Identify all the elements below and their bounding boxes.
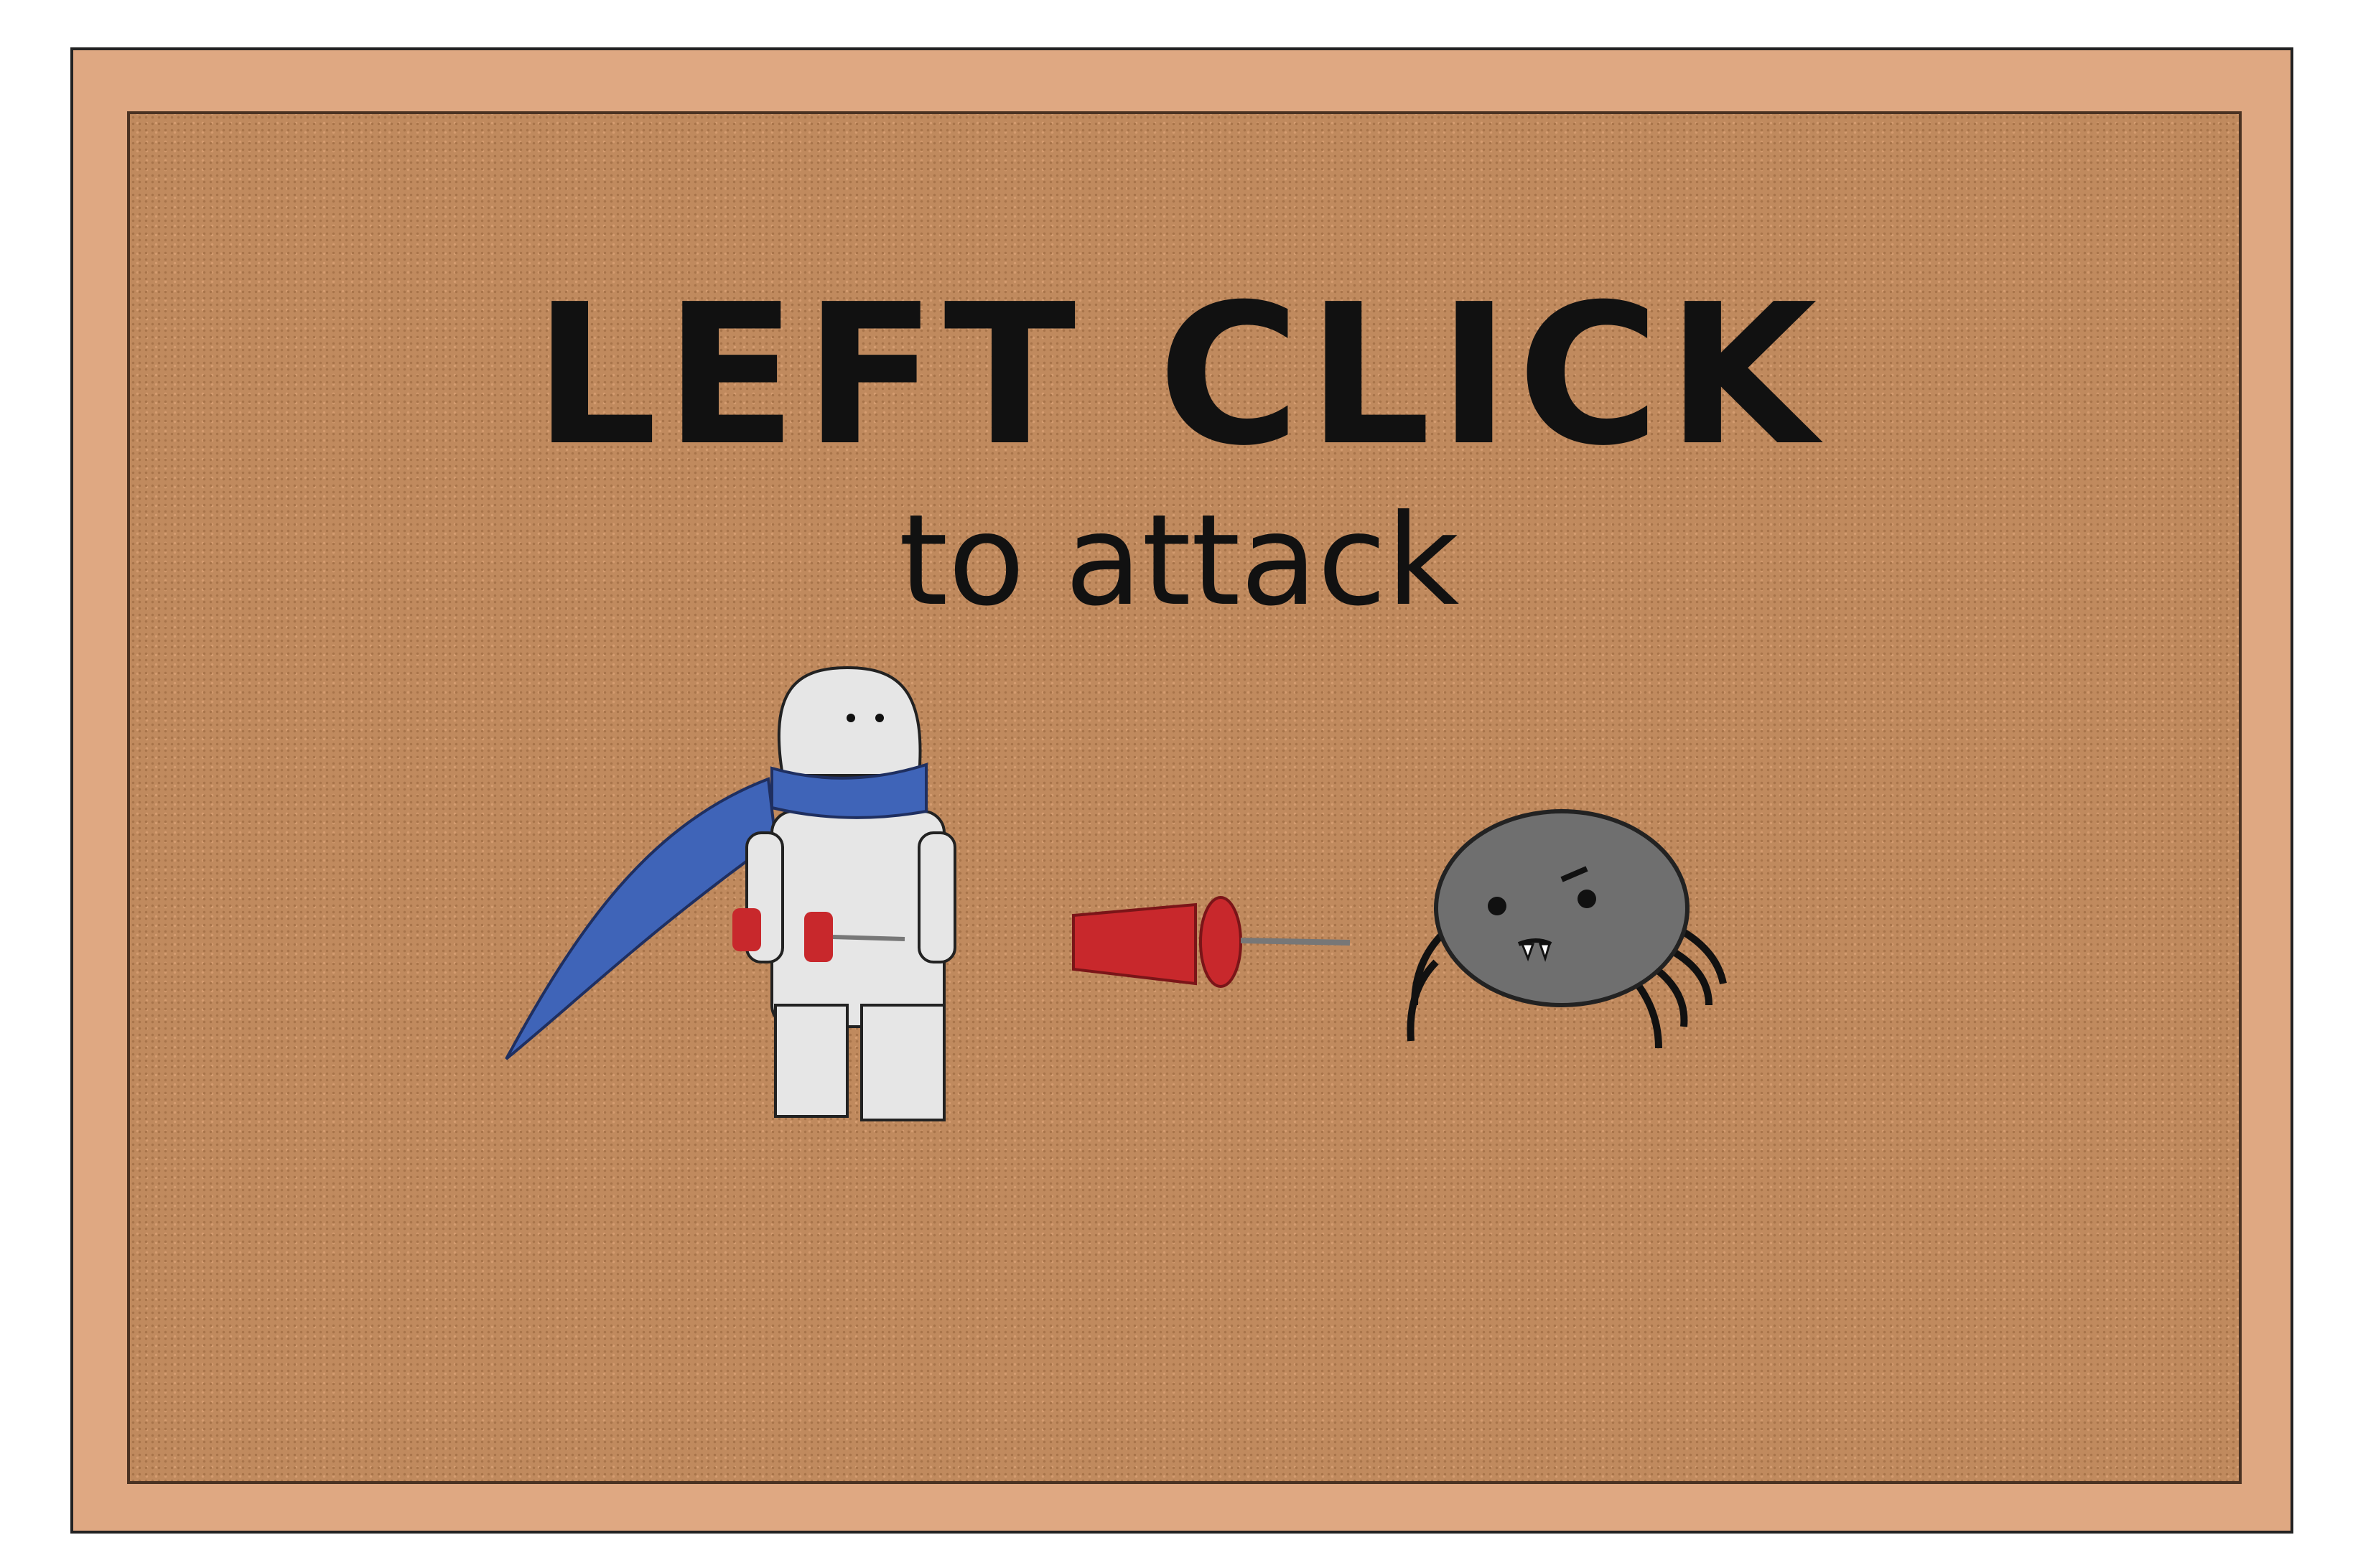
tutorial-screen[interactable]: LEFT CLICK to attack bbox=[0, 0, 2358, 1568]
player-character-icon bbox=[505, 666, 956, 1121]
pushpin-projectile-icon bbox=[1072, 896, 1351, 988]
spider-enemy-icon bbox=[1407, 809, 1727, 1049]
